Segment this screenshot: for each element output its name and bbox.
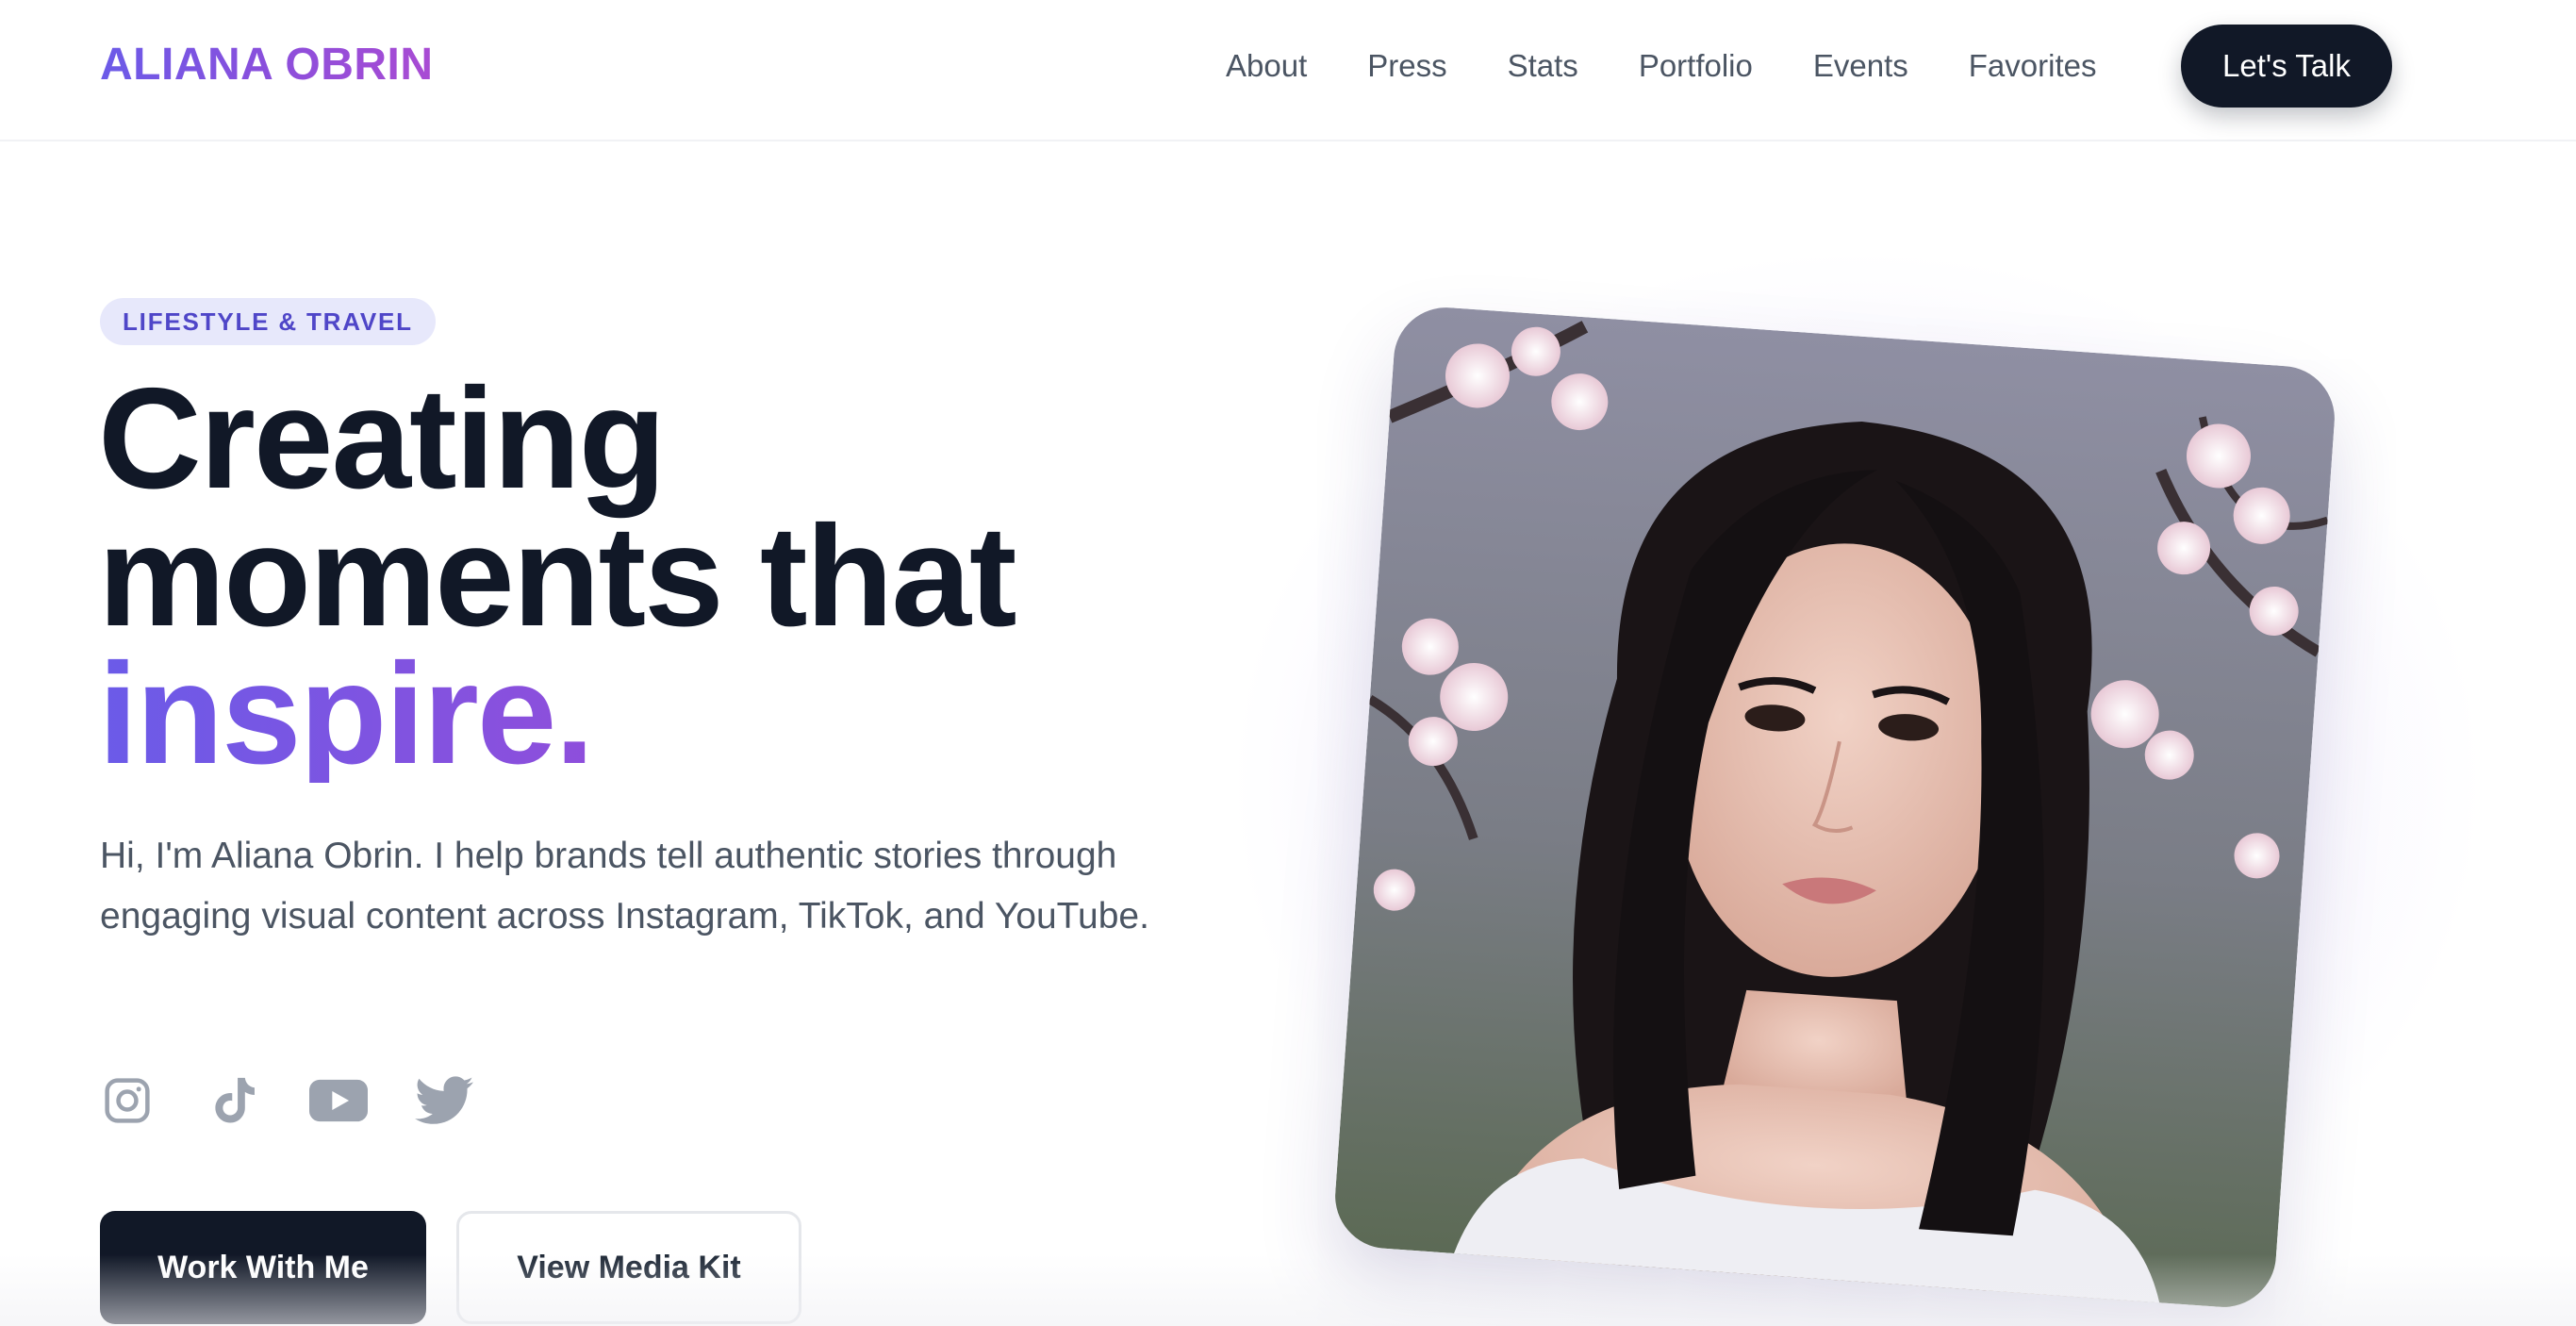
youtube-icon[interactable] <box>309 1071 368 1130</box>
social-links <box>98 1071 520 1130</box>
headline-line-1: Creating <box>98 358 667 519</box>
nav-links: About Press Stats Portfolio Events Favor… <box>1226 38 2156 94</box>
top-navigation: ALIANA OBRIN About Press Stats Portfolio… <box>0 0 2576 141</box>
lets-talk-button[interactable]: Let's Talk <box>2181 25 2392 108</box>
work-with-me-button[interactable]: Work With Me <box>100 1211 426 1324</box>
hero-portrait-image <box>1331 304 2338 1311</box>
nav-link-stats[interactable]: Stats <box>1508 48 1578 84</box>
view-media-kit-button[interactable]: View Media Kit <box>456 1211 801 1324</box>
headline-line-2: moments that <box>98 496 1017 656</box>
headline-highlight: inspire. <box>98 642 1016 786</box>
hero-intro: Hi, I'm Aliana Obrin. I help brands tell… <box>100 836 1149 936</box>
tiktok-icon[interactable] <box>204 1071 262 1130</box>
hero-headline: Creating moments that inspire. <box>98 358 1017 786</box>
nav-link-favorites[interactable]: Favorites <box>1969 48 2097 84</box>
instagram-icon[interactable] <box>98 1071 157 1130</box>
nav-link-press[interactable]: Press <box>1367 48 1446 84</box>
nav-link-portfolio[interactable]: Portfolio <box>1639 48 1753 84</box>
category-badge: LIFESTYLE & TRAVEL <box>100 298 436 345</box>
brand-logo[interactable]: ALIANA OBRIN <box>100 34 434 96</box>
nav-link-events[interactable]: Events <box>1813 48 1908 84</box>
twitter-icon[interactable] <box>415 1071 473 1130</box>
nav-link-about[interactable]: About <box>1226 48 1307 84</box>
